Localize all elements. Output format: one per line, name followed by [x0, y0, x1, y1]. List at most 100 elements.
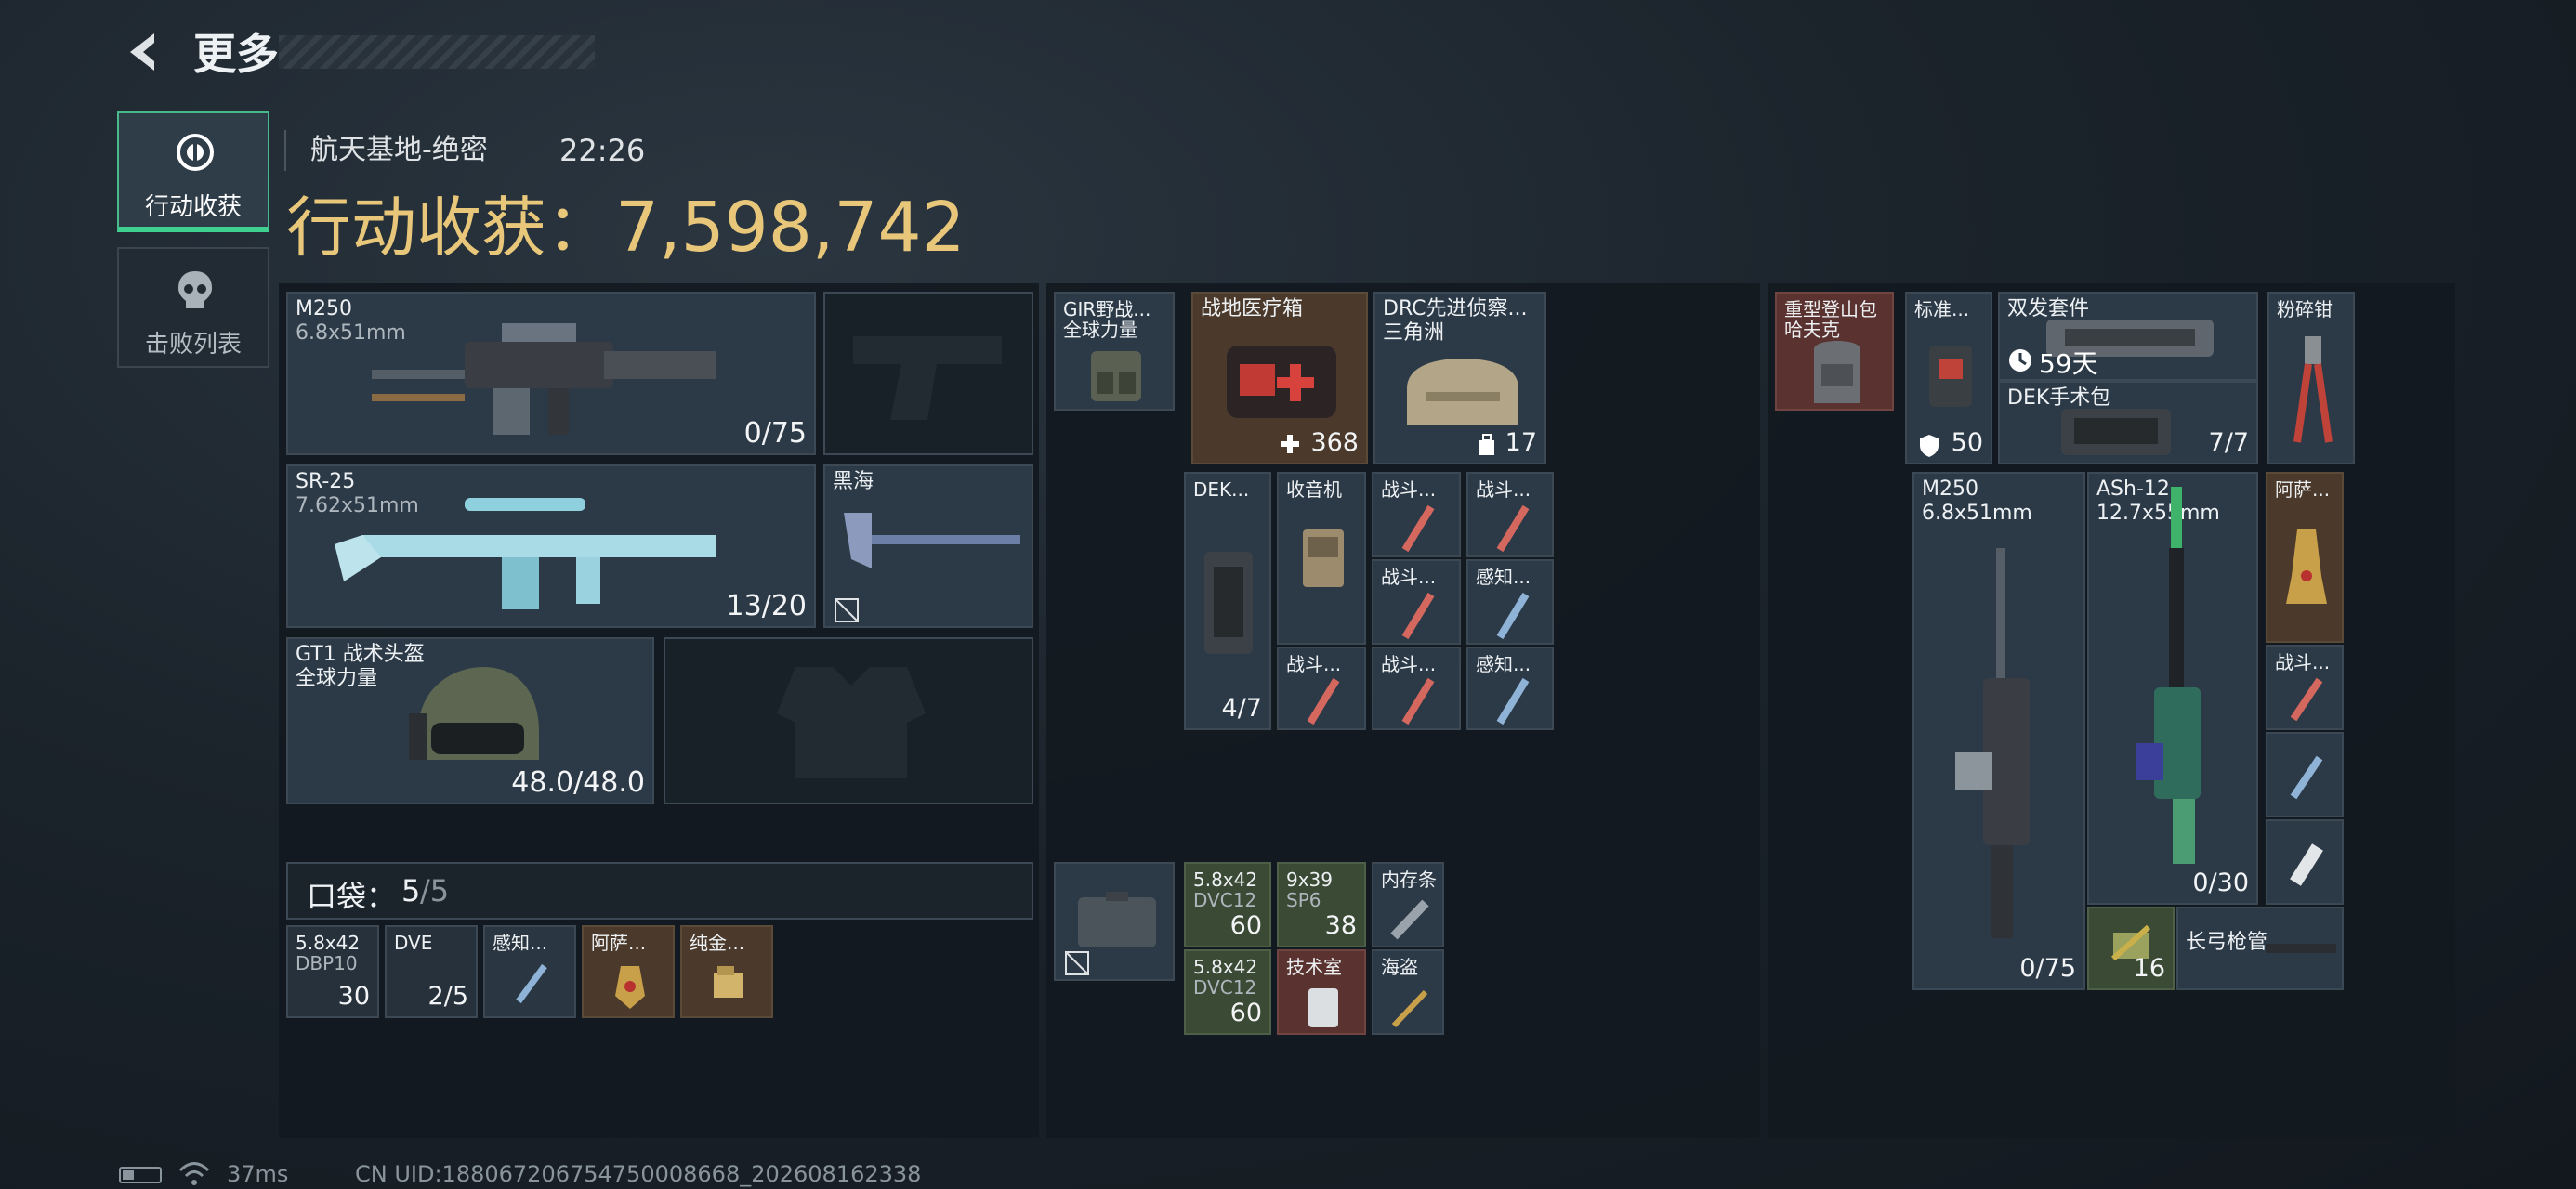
axe-icon: [844, 513, 1020, 568]
pocket-capacity: /5: [420, 873, 450, 908]
armor-slot-empty[interactable]: [664, 637, 1033, 804]
ammo-box-count: 16: [2133, 954, 2165, 983]
golden-teapot-icon: [2286, 529, 2327, 604]
combat-item-slot[interactable]: 战斗...: [2266, 645, 2344, 730]
machine-gun-icon: [372, 323, 716, 435]
uid-text: CN UID:188067206754750008668_20260816233…: [355, 1161, 922, 1187]
battery-icon: [119, 1167, 162, 1183]
tab-loot[interactable]: 行动收获: [117, 111, 269, 232]
surgery-case-icon: [2061, 409, 2171, 455]
item-count: 50: [1951, 428, 1983, 457]
gold-lighter-icon: [714, 966, 743, 998]
knife-icon: [1391, 989, 1428, 1028]
pocket-item[interactable]: 感知...: [483, 925, 576, 1018]
asa-item-slot[interactable]: 阿萨...: [2266, 472, 2344, 643]
rig-icon: [1091, 351, 1141, 401]
chest-item-combat[interactable]: 战斗...: [1372, 472, 1461, 557]
medkit-icon: [1227, 346, 1336, 418]
combat-syringe-icon: [1401, 592, 1435, 640]
radio-icon: [1303, 529, 1344, 587]
spray-item-slot[interactable]: [2266, 819, 2344, 905]
pocket-item[interactable]: 纯金...: [680, 925, 773, 1018]
tab-kills[interactable]: 击败列表: [117, 247, 269, 368]
chest-item-combat[interactable]: 战斗...: [1466, 472, 1554, 557]
medkit-slot[interactable]: 战地医疗箱 368: [1191, 292, 1368, 464]
medkit-count: 368: [1310, 428, 1359, 457]
secure-item-ram[interactable]: 内存条: [1372, 862, 1444, 947]
chest-item-combat[interactable]: 战斗...: [1277, 647, 1366, 730]
syringe-item-slot[interactable]: [2266, 732, 2344, 817]
perception-syringe-icon: [1496, 592, 1530, 640]
chest-item-dek[interactable]: DEK... 4/7: [1184, 472, 1271, 730]
primary-weapon-name: M250: [296, 297, 352, 320]
keycard-icon: [1308, 988, 1338, 1027]
item-name: 收音机: [1286, 478, 1342, 501]
barrel-slot[interactable]: 长弓枪管: [2176, 907, 2344, 990]
item-name: 阿萨...: [2275, 478, 2331, 501]
loot-value: 7,598,742: [615, 188, 966, 268]
sidearm-slot-empty[interactable]: [823, 292, 1033, 455]
backpack-brand: 三角洲: [1383, 321, 1445, 345]
chest-item-radio[interactable]: 收音机: [1277, 472, 1366, 645]
secure-item-ammo[interactable]: 5.8x42 DVC12 60: [1184, 949, 1271, 1035]
pocket-item[interactable]: 5.8x42 DBP10 30: [286, 925, 379, 1018]
secure-item-ammo[interactable]: 5.8x42 DVC12 60: [1184, 862, 1271, 947]
secure-item-tech[interactable]: 技术室: [1277, 949, 1366, 1035]
pocket-bar: 口袋： 5 /5: [286, 862, 1033, 920]
ping-text: 37ms: [227, 1161, 289, 1187]
syringe-icon: [2290, 755, 2323, 800]
secure-case-slot[interactable]: [1054, 862, 1175, 981]
pliers-slot[interactable]: 粉碎钳: [2267, 292, 2355, 464]
item-name: 标准...: [1914, 298, 1970, 320]
helmet-slot[interactable]: GT1 战术头盔 全球力量 48.0/48.0: [286, 637, 654, 804]
primary-weapon-slot[interactable]: M250 6.8x51mm 0/75: [286, 292, 816, 455]
backpack-icon: [1814, 341, 1860, 403]
secure-item-pirate[interactable]: 海盗: [1372, 949, 1444, 1035]
backpack-ash12-slot[interactable]: ASh-12 12.7x55mm 0/30: [2087, 472, 2258, 905]
pocket-count: 5: [401, 873, 421, 908]
item-name: 战斗...: [2275, 651, 2331, 673]
backpack-slot[interactable]: DRC先进侦察... 三角洲 17: [1373, 292, 1546, 464]
chest-rig-slot[interactable]: GIR野战... 全球力量: [1054, 292, 1175, 411]
pocket-item[interactable]: DVE 2/5: [385, 925, 478, 1018]
rig-brand: 全球力量: [1063, 319, 1137, 341]
heavy-backpack-slot[interactable]: 重型登山包 哈夫克: [1775, 292, 1894, 411]
item-count: 60: [1229, 911, 1262, 940]
m250-caliber: 6.8x51mm: [1922, 502, 2032, 525]
back-button[interactable]: [117, 26, 173, 82]
pistol-silhouette-icon: [853, 336, 1002, 420]
loot-label: 行动收获：: [286, 189, 611, 266]
item-count: 2/5: [427, 982, 468, 1011]
secure-item-ammo[interactable]: 9x39 SP6 38: [1277, 862, 1366, 947]
item-name: 战斗...: [1381, 566, 1437, 588]
chest-item-perception[interactable]: 感知...: [1466, 559, 1554, 645]
twin-kit-slot[interactable]: 双发套件 59天: [1998, 292, 2258, 381]
pocket-item[interactable]: 阿萨...: [582, 925, 675, 1018]
barrel-name: 长弓枪管: [2186, 931, 2268, 954]
chest-item-combat[interactable]: 战斗...: [1372, 647, 1461, 730]
item-name: 技术室: [1286, 956, 1342, 978]
secondary-weapon-slot[interactable]: SR-25 7.62x51mm 13/20: [286, 464, 816, 628]
item-name: 感知...: [493, 932, 548, 954]
shield-icon: [1920, 435, 1939, 457]
item-sub: DBP10: [296, 952, 358, 974]
pliers-name: 粉碎钳: [2277, 298, 2333, 320]
dek-kit-slot[interactable]: DEK手术包 7/7: [1998, 381, 2258, 464]
mission-time: 22:26: [559, 133, 646, 168]
back-arrow-icon: [130, 33, 154, 71]
spray-can-icon: [2290, 843, 2323, 886]
melee-name: 黑海: [833, 470, 874, 493]
machine-gun-vertical-icon: [1955, 548, 2030, 938]
standard-item-slot[interactable]: 标准... 50: [1905, 292, 1992, 464]
chest-item-combat[interactable]: 战斗...: [1372, 559, 1461, 645]
mission-map: 航天基地-绝密: [310, 134, 488, 166]
backpack-m250-slot[interactable]: M250 6.8x51mm 0/75: [1912, 472, 2085, 990]
ammo-box-slot[interactable]: 16: [2087, 907, 2175, 990]
twin-timer: 59天: [2039, 348, 2098, 379]
item-count: 38: [1324, 911, 1357, 940]
loot-icon: [177, 134, 214, 171]
m250-ammo: 0/75: [2019, 954, 2076, 983]
melee-slot[interactable]: 黑海: [823, 464, 1033, 628]
pliers-icon: [2293, 336, 2333, 443]
chest-item-perception[interactable]: 感知...: [1466, 647, 1554, 730]
